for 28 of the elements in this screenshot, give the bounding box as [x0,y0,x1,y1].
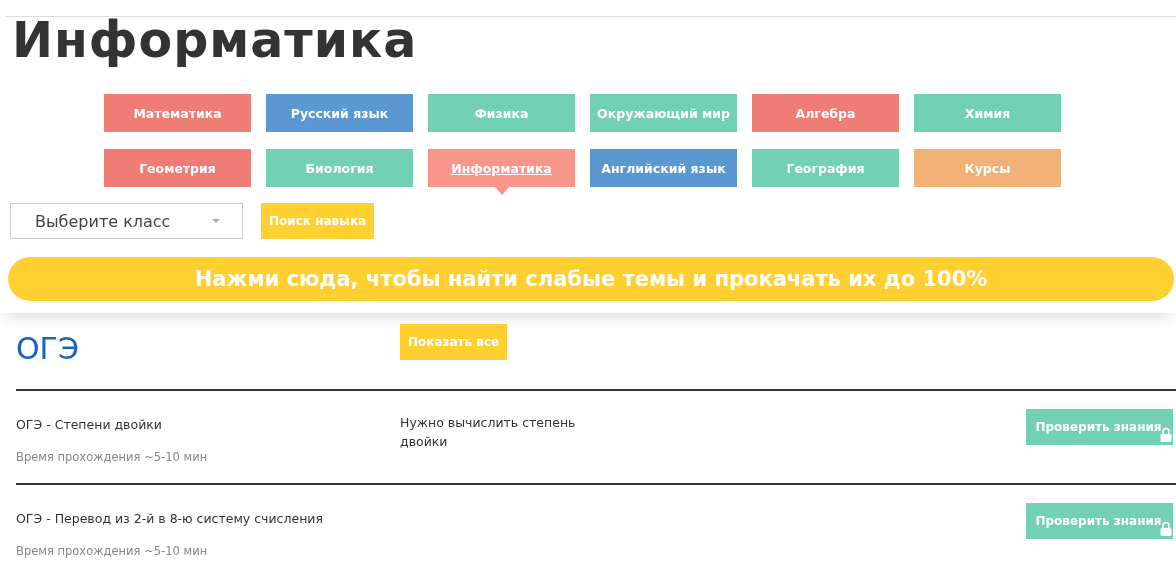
subject-tab[interactable]: Геометрия [104,149,251,187]
subject-tab[interactable]: Курсы [914,149,1061,187]
page-title: Информатика [12,17,419,65]
subject-tab[interactable]: Русский язык [266,94,413,132]
banner-button[interactable]: Нажми сюда, чтобы найти слабые темы и прокачать их до 100% [8,257,1174,301]
subject-tab[interactable]: Окружающий мир [590,94,737,132]
subject-tab[interactable]: Алгебра [752,94,899,132]
subject-tab[interactable]: Математика [104,94,251,132]
skill-search-button[interactable]: Поиск навыка [261,203,375,239]
section-title: ОГЭ [16,329,80,366]
check-knowledge-button[interactable]: Проверить знания [1026,409,1173,445]
topic-title: ОГЭ - Перевод из 2-й в 8-ю систему счисления [16,511,324,526]
topic-title: ОГЭ - Степени двойки [16,417,163,432]
class-select[interactable]: Выберите класс [10,203,243,239]
subject-tab[interactable]: География [752,149,899,187]
lock-icon [1160,427,1172,442]
subject-tab[interactable]: Химия [914,94,1061,132]
topic-description: Нужно вычислить степень двойки [400,414,577,451]
caret-icon [212,219,220,223]
lock-icon [1160,521,1172,536]
duration-text: Время прохождения ~5-10 мин [16,450,209,464]
subject-tab[interactable]: Английский язык [590,149,737,187]
subject-tab[interactable]: Биология [266,149,413,187]
show-all-button[interactable]: Показать все [400,324,508,360]
subject-tab[interactable]: Физика [428,94,575,132]
pointer-icon [494,187,509,195]
duration-text: Время прохождения ~5-10 мин [16,544,209,558]
check-knowledge-button[interactable]: Проверить знания [1026,503,1173,539]
